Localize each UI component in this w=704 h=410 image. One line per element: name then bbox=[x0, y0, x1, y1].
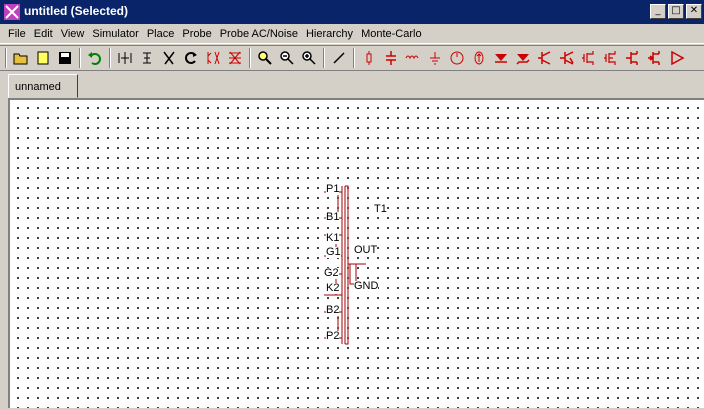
menu-view[interactable]: View bbox=[57, 28, 89, 40]
pin-label-k2: K2 bbox=[326, 282, 340, 294]
pnp-transistor-icon[interactable] bbox=[556, 47, 578, 69]
zoom-out-icon[interactable] bbox=[276, 47, 298, 69]
menu-probe[interactable]: Probe bbox=[178, 28, 215, 40]
flip-horizontal-icon[interactable] bbox=[114, 47, 136, 69]
nmos-icon[interactable] bbox=[578, 47, 600, 69]
zener-icon[interactable] bbox=[512, 47, 534, 69]
mirror-icon[interactable] bbox=[202, 47, 224, 69]
menu-edit[interactable]: Edit bbox=[30, 28, 57, 40]
schematic-canvas[interactable]: T1 P1 B1 K1 G1 G2 K2 B2 P2 OUT GND bbox=[8, 98, 704, 408]
rotate-icon[interactable] bbox=[180, 47, 202, 69]
pin-label-p2: P2 bbox=[326, 330, 340, 342]
tab-label: unnamed bbox=[15, 81, 61, 93]
voltage-source-icon[interactable] bbox=[446, 47, 468, 69]
save-icon[interactable] bbox=[54, 47, 76, 69]
opamp-icon[interactable] bbox=[666, 47, 688, 69]
toolbar-separator bbox=[249, 48, 251, 68]
undo-icon[interactable] bbox=[84, 47, 106, 69]
tab-unnamed[interactable]: unnamed bbox=[8, 74, 78, 98]
pin-label-g1: G1 bbox=[326, 246, 341, 258]
njfet-icon[interactable] bbox=[622, 47, 644, 69]
current-source-icon[interactable] bbox=[468, 47, 490, 69]
pin-label-g2: G2 bbox=[324, 267, 339, 279]
component-label: T1 bbox=[374, 203, 387, 215]
ground-icon[interactable] bbox=[424, 47, 446, 69]
menu-file[interactable]: File bbox=[4, 28, 30, 40]
close-button[interactable]: ✕ bbox=[686, 4, 702, 19]
toolbar-separator bbox=[79, 48, 81, 68]
diode-icon[interactable] bbox=[490, 47, 512, 69]
menu-bar: File Edit View Simulator Place Probe Pro… bbox=[0, 24, 704, 44]
toolbar bbox=[0, 45, 704, 71]
pin-label-k1: K1 bbox=[326, 232, 340, 244]
flip-vertical-icon[interactable] bbox=[136, 47, 158, 69]
open-folder-icon[interactable] bbox=[10, 47, 32, 69]
menu-hierarchy[interactable]: Hierarchy bbox=[302, 28, 357, 40]
app-icon bbox=[4, 4, 20, 20]
toolbar-separator bbox=[353, 48, 355, 68]
pin-label-b2: B2 bbox=[326, 304, 340, 316]
toolbar-separator bbox=[323, 48, 325, 68]
capacitor-icon[interactable] bbox=[380, 47, 402, 69]
new-file-icon[interactable] bbox=[32, 47, 54, 69]
menu-probe-ac-noise[interactable]: Probe AC/Noise bbox=[216, 28, 302, 40]
pin-label-gnd: GND bbox=[354, 280, 379, 292]
wire-pen-icon[interactable] bbox=[328, 47, 350, 69]
menu-place[interactable]: Place bbox=[143, 28, 179, 40]
npn-transistor-icon[interactable] bbox=[534, 47, 556, 69]
title-bar[interactable]: untitled (Selected) _ □ ✕ bbox=[0, 0, 704, 24]
zoom-fit-icon[interactable] bbox=[298, 47, 320, 69]
delete-wire-icon[interactable] bbox=[224, 47, 246, 69]
maximize-button[interactable]: □ bbox=[668, 4, 684, 19]
toolbar-separator bbox=[109, 48, 111, 68]
cut-icon[interactable] bbox=[158, 47, 180, 69]
pin-label-p1: P1 bbox=[326, 183, 340, 195]
window-title: untitled (Selected) bbox=[24, 4, 129, 18]
zoom-in-icon[interactable] bbox=[254, 47, 276, 69]
toolbar-grip bbox=[5, 48, 7, 68]
pjfet-icon[interactable] bbox=[644, 47, 666, 69]
document-tab-bar: unnamed bbox=[0, 72, 704, 98]
menu-monte-carlo[interactable]: Monte-Carlo bbox=[357, 28, 426, 40]
pin-label-b1: B1 bbox=[326, 211, 340, 223]
inductor-icon[interactable] bbox=[402, 47, 424, 69]
resistor-icon[interactable] bbox=[358, 47, 380, 69]
pin-label-out: OUT bbox=[354, 244, 378, 256]
pmos-icon[interactable] bbox=[600, 47, 622, 69]
minimize-button[interactable]: _ bbox=[650, 4, 666, 19]
menu-simulator[interactable]: Simulator bbox=[88, 28, 142, 40]
